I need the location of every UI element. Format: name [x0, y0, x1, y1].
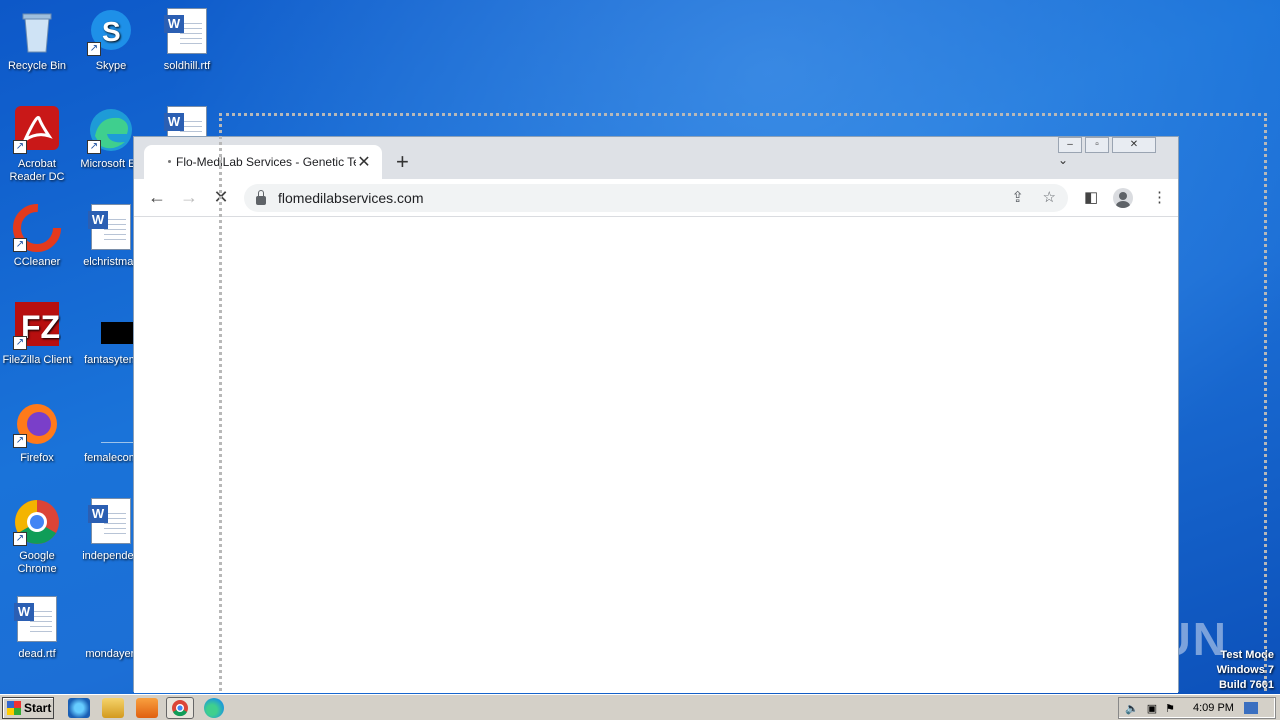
shortcut-arrow-icon: ↗: [13, 532, 27, 546]
desktop-icon-ccleaner[interactable]: ↗ CCleaner: [0, 204, 74, 269]
word-document-icon: W: [87, 498, 135, 546]
test-mode-line2: Windows 7: [1216, 664, 1274, 676]
desktop-icon-label: Recycle Bin: [7, 60, 67, 72]
close-window-button[interactable]: ✕: [1112, 137, 1156, 153]
desktop-icon-label: Acrobat Reader DC: [9, 158, 65, 183]
page-content: [134, 217, 1178, 693]
system-tray: 🔈 ▣ ⚑ 4:09 PM: [1118, 697, 1276, 719]
address-bar[interactable]: flomedilabservices.com ⇪ ☆: [244, 184, 1068, 212]
start-label: Start: [24, 701, 52, 715]
desktop-icon-skype[interactable]: S ↗ Skype: [74, 8, 148, 73]
tab-active[interactable]: Flo-MediLab Services - Genetic Tests ✕: [144, 145, 382, 179]
word-document-icon: W: [87, 204, 135, 252]
show-desktop-icon[interactable]: [1243, 702, 1258, 714]
desktop-icon-label: dead.rtf: [18, 648, 56, 660]
chrome-icon: [172, 700, 188, 717]
desktop-icon-label: elchristmas: [83, 256, 139, 268]
desktop-icon-firefox[interactable]: ↗ Firefox: [0, 400, 74, 465]
desktop-icon-label: Google Chrome: [17, 550, 57, 575]
shortcut-arrow-icon: ↗: [87, 140, 101, 154]
blank-file-icon: [87, 596, 135, 644]
menu-dots-icon[interactable]: ⋮: [1152, 188, 1167, 206]
desktop-icon-label: soldhill.rtf: [163, 60, 211, 72]
acrobat-icon: ↗: [13, 106, 61, 154]
desktop-icon-label: mondayeri: [85, 648, 137, 660]
profile-avatar-icon[interactable]: [1113, 188, 1133, 208]
word-document-icon: W: [163, 8, 211, 56]
lock-icon[interactable]: [256, 189, 266, 205]
chrome-icon: ↗: [13, 498, 61, 546]
forward-arrow-icon[interactable]: →: [178, 187, 200, 208]
network-icon[interactable]: ▣: [1147, 702, 1157, 715]
tab-title: Flo-MediLab Services - Genetic Tests: [176, 155, 356, 169]
minimize-button[interactable]: –: [1058, 137, 1082, 153]
edge-icon: ↗: [87, 106, 135, 154]
filezilla-icon: FZ ↗: [13, 302, 61, 350]
start-button[interactable]: Start: [2, 697, 54, 719]
chrome-window[interactable]: Flo-MediLab Services - Genetic Tests ✕ +…: [133, 136, 1179, 693]
ie-icon[interactable]: [68, 698, 90, 718]
word-document-icon: W: [13, 596, 61, 644]
test-mode-line3: Build 7601: [1218, 679, 1274, 691]
desktop-icon-acrobat[interactable]: ↗ Acrobat Reader DC: [0, 106, 74, 184]
test-mode-notice: Test Mode Windows 7 Build 7601: [1217, 648, 1274, 693]
shortcut-arrow-icon: ↗: [13, 238, 27, 252]
windows-flag-icon: [7, 701, 21, 715]
bookmark-star-icon[interactable]: ☆: [1043, 188, 1056, 206]
desktop-icon-recycle-bin[interactable]: Recycle Bin: [0, 8, 74, 73]
blank-file-icon: [87, 400, 145, 448]
media-player-icon[interactable]: [136, 698, 158, 718]
shortcut-arrow-icon: ↗: [87, 42, 101, 56]
side-panel-icon[interactable]: ◧: [1084, 188, 1098, 206]
desktop-icon-label: Skype: [95, 60, 127, 72]
desktop-icon-chrome[interactable]: ↗ Google Chrome: [0, 498, 74, 576]
share-icon[interactable]: ⇪: [1011, 188, 1024, 206]
taskbar: Start 🔈 ▣ ⚑ 4:09 PM: [0, 694, 1280, 720]
tab-loading-icon: [168, 160, 171, 163]
browser-toolbar: ← → ✕ flomedilabservices.com ⇪ ☆ ◧ ⋮: [134, 179, 1178, 217]
shortcut-arrow-icon: ↗: [13, 336, 27, 350]
desktop-icon-label: fantasytem: [84, 354, 138, 366]
url-text[interactable]: flomedilabservices.com: [278, 190, 424, 206]
desktop-icon-label: CCleaner: [13, 256, 61, 268]
volume-icon[interactable]: 🔈: [1125, 702, 1139, 715]
browser-titlebar[interactable]: Flo-MediLab Services - Genetic Tests ✕ +…: [134, 137, 1178, 179]
desktop-icon-label: independen: [82, 550, 140, 562]
test-mode-line1: Test Mode: [1220, 649, 1274, 661]
desktop-icon-filezilla[interactable]: FZ ↗ FileZilla Client: [0, 302, 74, 367]
taskbar-chrome-button[interactable]: [166, 697, 194, 719]
shortcut-arrow-icon: ↗: [13, 140, 27, 154]
desktop-icon-soldhill[interactable]: W soldhill.rtf: [150, 8, 224, 73]
skype-icon: S ↗: [87, 8, 135, 56]
maximize-button[interactable]: ▫: [1085, 137, 1109, 153]
shortcut-arrow-icon: ↗: [13, 434, 27, 448]
black-file-icon: [87, 302, 145, 350]
stop-loading-icon[interactable]: ✕: [210, 187, 232, 208]
recycle-bin-icon: [13, 8, 61, 56]
desktop-icon-dead-rtf[interactable]: W dead.rtf: [0, 596, 74, 661]
window-controls: – ▫ ✕: [1055, 137, 1156, 153]
clock[interactable]: 4:09 PM: [1193, 702, 1234, 714]
firefox-icon: ↗: [13, 400, 61, 448]
svg-text:S: S: [102, 16, 121, 47]
edge-icon[interactable]: [204, 698, 224, 718]
tab-search-chevron-icon[interactable]: ⌄: [1058, 153, 1068, 167]
back-arrow-icon[interactable]: ←: [146, 187, 168, 208]
action-center-flag-icon[interactable]: ⚑: [1165, 702, 1175, 715]
new-tab-button[interactable]: +: [396, 149, 409, 175]
desktop-icon-label: femalecom: [84, 452, 138, 464]
explorer-folder-icon[interactable]: [102, 698, 124, 718]
desktop-icon-label: FileZilla Client: [2, 354, 72, 366]
desktop-icon-label: Firefox: [20, 452, 54, 464]
tab-close-icon[interactable]: ✕: [356, 152, 372, 172]
ccleaner-icon: ↗: [13, 204, 61, 252]
